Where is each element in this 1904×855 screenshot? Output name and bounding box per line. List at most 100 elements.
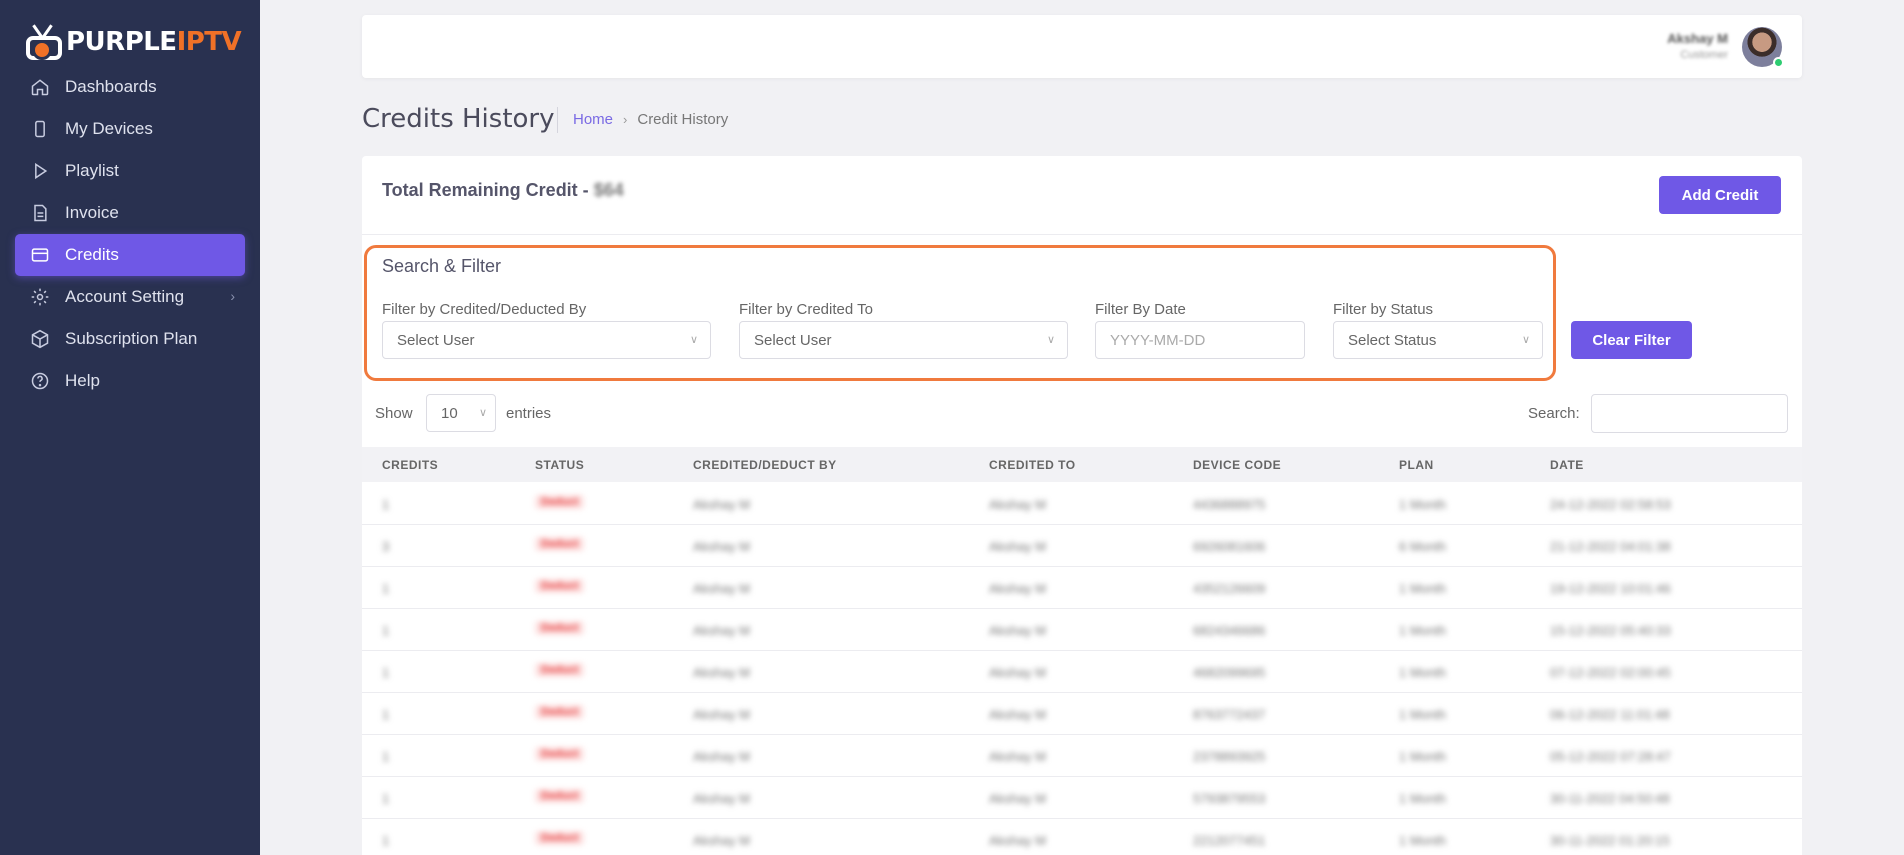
table-cell: 4436888975 [1193,497,1266,512]
table-row[interactable]: 1 Deduct Akshay M Akshay M 4352126609 1 Month… [362,567,1802,609]
page-length-select[interactable]: 10 ∨ [426,394,496,432]
table-cell: Akshay M [989,581,1047,596]
status-badge: Deduct [535,495,585,509]
table-cell: Akshay M [693,833,751,848]
table-search-input[interactable] [1591,394,1788,433]
column-header[interactable]: CREDITED/DEDUCT BY [693,458,837,472]
breadcrumb-current: Credit History [637,111,729,128]
table-cell: 3 [382,539,390,554]
table-cell: 1 [382,833,390,848]
table-cell: 06-12-2022 11:01:48 [1550,707,1670,722]
chevron-down-icon: ∨ [478,407,487,419]
card-header: Total Remaining Credit - $64 Add Credit [362,156,1802,235]
column-header[interactable]: PLAN [1399,458,1434,472]
sidebar: PURPLEIPTV Dashboards My Devices Playlist I… [0,0,260,855]
table-cell: 1 Month [1399,749,1446,764]
column-header[interactable]: STATUS [535,458,584,472]
status-badge: Deduct [535,537,585,551]
play-icon [29,160,51,182]
table-cell: 1 [382,707,390,722]
table-row[interactable]: 1 Deduct Akshay M Akshay M 4436888975 1 Month… [362,483,1802,525]
credited-to-select[interactable]: Select User ∨ [739,321,1068,359]
table-cell: Akshay M [693,581,751,596]
table-row[interactable]: 1 Deduct Akshay M Akshay M 2212077451 1 Month… [362,819,1802,855]
column-header[interactable]: DEVICE CODE [1193,458,1281,472]
status-badge: Deduct [535,663,585,677]
sidebar-item-my-devices[interactable]: My Devices [15,108,245,150]
sidebar-item-credits[interactable]: Credits [15,234,245,276]
top-header: Akshay M Customer [362,15,1802,78]
sidebar-item-playlist[interactable]: Playlist [15,150,245,192]
table-row[interactable]: 1 Deduct Akshay M Akshay M 8763772437 1 Month… [362,693,1802,735]
sidebar-item-dashboards[interactable]: Dashboards [15,66,245,108]
status-badge: Deduct [535,621,585,635]
table-header: CREDITS STATUS CREDITED/DEDUCT BY CREDITED … [362,447,1802,482]
credit-amount: $64 [593,180,624,200]
breadcrumb: Home › Credit History [573,111,728,128]
sidebar-item-label: Dashboards [65,77,157,96]
table-cell: 8763772437 [1193,707,1266,722]
table-cell: Akshay M [989,665,1047,680]
chevron-down-icon: ∨ [1521,334,1530,346]
chevron-down-icon: ∨ [689,334,698,346]
filter-credited-to-label: Filter by Credited To [739,301,873,318]
show-label: Show [375,405,413,422]
date-input[interactable]: YYYY-MM-DD [1095,321,1305,359]
table-cell: 15-12-2022 05:40:33 [1550,623,1671,638]
table-cell: 1 [382,791,390,806]
table-cell: 1 [382,623,390,638]
table-cell: 24-12-2022 02:58:53 [1550,497,1671,512]
table-cell: Akshay M [989,707,1047,722]
chevron-down-icon: ∨ [1046,334,1055,346]
page-title: Credits History [362,104,555,134]
table-cell: 21-12-2022 04:01:38 [1550,539,1671,554]
table-cell: Akshay M [693,539,751,554]
table-cell: Akshay M [989,833,1047,848]
brand-logo[interactable]: PURPLEIPTV [24,20,242,64]
online-status-dot [1773,57,1784,68]
sidebar-item-label: Playlist [65,161,119,180]
breadcrumb-home[interactable]: Home [573,111,613,128]
table-row[interactable]: 1 Deduct Akshay M Akshay M 2378893925 1 Month… [362,735,1802,777]
status-badge: Deduct [535,789,585,803]
credited-to-value: Select User [754,331,832,349]
status-badge: Deduct [535,831,585,845]
table-cell: 1 Month [1399,581,1446,596]
table-row[interactable]: 1 Deduct Akshay M Akshay M 5793879553 1 Month… [362,777,1802,819]
sidebar-nav: Dashboards My Devices Playlist Invoice Credi… [15,66,245,402]
gear-icon [29,286,51,308]
tv-logo-icon [24,22,64,62]
sidebar-item-invoice[interactable]: Invoice [15,192,245,234]
sidebar-item-label: Invoice [65,203,119,222]
table-row[interactable]: 3 Deduct Akshay M Akshay M 6926081606 6 Month… [362,525,1802,567]
table-cell: 2212077451 [1193,833,1266,848]
sidebar-item-help[interactable]: Help [15,360,245,402]
invoice-icon [29,202,51,224]
sidebar-item-label: My Devices [65,119,153,138]
status-badge: Deduct [535,579,585,593]
credited-by-select[interactable]: Select User ∨ [382,321,711,359]
status-badge: Deduct [535,747,585,761]
table-cell: Akshay M [693,707,751,722]
sidebar-item-account-setting[interactable]: Account Setting › [15,276,245,318]
table-row[interactable]: 1 Deduct Akshay M Akshay M 6824346686 1 Month… [362,609,1802,651]
home-icon [29,76,51,98]
table-cell: 30-11-2022 04:50:48 [1550,791,1670,806]
table-cell: 6926081606 [1193,539,1266,554]
table-cell: 1 Month [1399,833,1446,848]
add-credit-button[interactable]: Add Credit [1659,176,1781,214]
table-row[interactable]: 1 Deduct Akshay M Akshay M 4682099695 1 Month… [362,651,1802,693]
column-header[interactable]: CREDITED TO [989,458,1076,472]
sidebar-item-subscription-plan[interactable]: Subscription Plan [15,318,245,360]
table-cell: Akshay M [693,623,751,638]
table-body: 1 Deduct Akshay M Akshay M 4436888975 1 Month… [362,483,1802,855]
chevron-right-icon: › [230,288,235,304]
status-value: Select Status [1348,331,1437,349]
user-name: Akshay M [1667,31,1728,46]
status-select[interactable]: Select Status ∨ [1333,321,1543,359]
filter-title: Search & Filter [382,256,502,276]
column-header[interactable]: CREDITS [382,458,438,472]
table-cell: 30-11-2022 01:20:15 [1550,833,1670,848]
clear-filter-button[interactable]: Clear Filter [1571,321,1692,359]
column-header[interactable]: DATE [1550,458,1584,472]
